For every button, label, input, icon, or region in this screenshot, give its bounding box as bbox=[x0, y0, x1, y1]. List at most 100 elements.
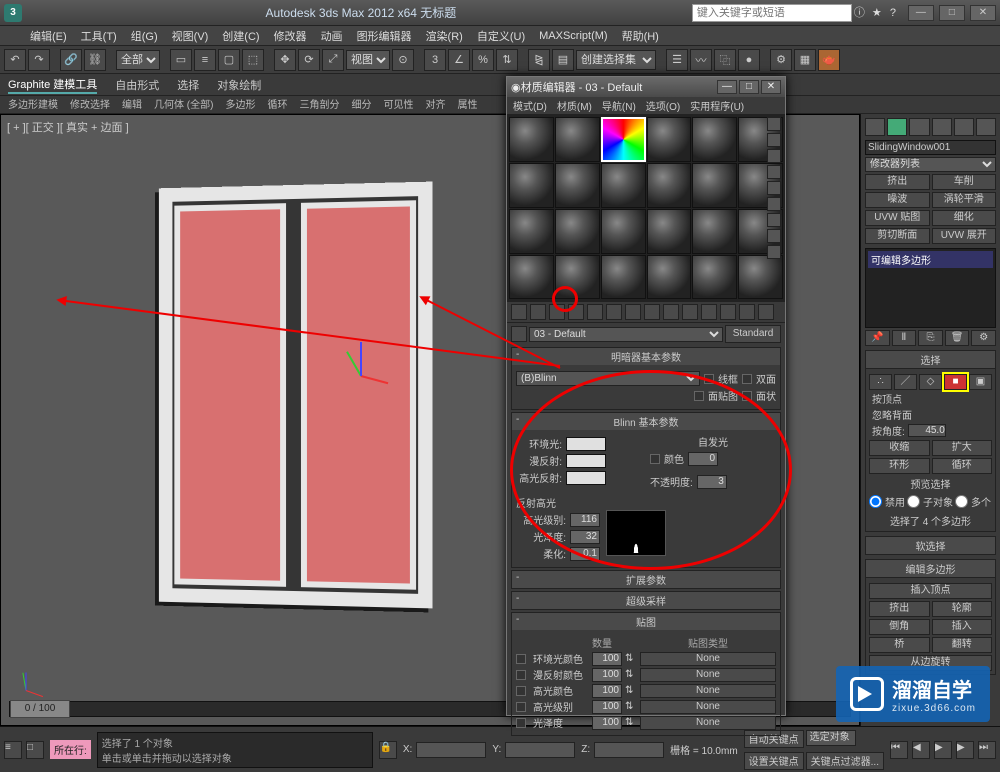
curve-editor-button[interactable]: 〰 bbox=[690, 49, 712, 71]
bridge-btn[interactable]: 桥 bbox=[869, 637, 930, 653]
transform-gizmo[interactable] bbox=[341, 355, 381, 395]
modifier-stack[interactable]: 可编辑多边形 bbox=[865, 248, 996, 328]
wire-check[interactable] bbox=[704, 374, 714, 384]
mat-side-btn[interactable] bbox=[767, 133, 781, 147]
material-slot[interactable] bbox=[692, 255, 737, 300]
stack-item-epoly[interactable]: 可编辑多边形 bbox=[868, 251, 993, 268]
motion-tab[interactable] bbox=[932, 118, 952, 136]
material-slot[interactable] bbox=[647, 255, 692, 300]
map-slot-btn[interactable]: None bbox=[640, 700, 776, 714]
ss-rollout-hdr[interactable]: 超级采样 bbox=[512, 592, 780, 609]
material-slot[interactable] bbox=[601, 163, 646, 208]
show-end[interactable]: Ⅱ bbox=[892, 330, 917, 346]
redo-button[interactable]: ↷ bbox=[28, 49, 50, 71]
display-tab[interactable] bbox=[954, 118, 974, 136]
y-coord[interactable] bbox=[505, 742, 575, 758]
so-element[interactable]: ▣ bbox=[969, 374, 992, 390]
btn-uvwmap[interactable]: UVW 贴图 bbox=[865, 210, 930, 226]
menu-item[interactable]: 动画 bbox=[321, 28, 343, 44]
setkey-btn[interactable]: 设置关键点 bbox=[744, 752, 804, 770]
subbar-item[interactable]: 对齐 bbox=[425, 96, 445, 113]
utilities-tab[interactable] bbox=[976, 118, 996, 136]
menu-item[interactable]: 工具(T) bbox=[81, 28, 117, 44]
material-slot[interactable] bbox=[601, 255, 646, 300]
map-slot-btn[interactable]: None bbox=[640, 668, 776, 682]
select-name-button[interactable]: ≡ bbox=[194, 49, 216, 71]
loop-btn[interactable]: 循环 bbox=[932, 458, 993, 474]
insert-vertex-btn[interactable]: 插入顶点 bbox=[869, 583, 992, 599]
mat-tool-btn[interactable] bbox=[701, 304, 717, 320]
opacity-spinner[interactable]: 3 bbox=[697, 475, 727, 489]
selfillum-check[interactable] bbox=[650, 454, 660, 464]
shrink-btn[interactable]: 收缩 bbox=[869, 440, 930, 456]
mat-tool-btn[interactable] bbox=[530, 304, 546, 320]
ribbon-tab[interactable]: 选择 bbox=[177, 77, 199, 93]
material-slot[interactable] bbox=[647, 209, 692, 254]
select-region-button[interactable]: ▢ bbox=[218, 49, 240, 71]
unlink-button[interactable]: ⛓ bbox=[84, 49, 106, 71]
selkey-drop[interactable]: 选定对象 bbox=[806, 730, 856, 746]
mat-close[interactable]: ✕ bbox=[761, 80, 781, 94]
minimize-button[interactable]: — bbox=[908, 5, 934, 21]
subbar-item[interactable]: 修改选择 bbox=[70, 96, 110, 113]
mat-menu-item[interactable]: 材质(M) bbox=[557, 98, 592, 113]
spinner-snap-button[interactable]: ⇅ bbox=[496, 49, 518, 71]
play-next-btn[interactable]: ▶ bbox=[956, 741, 974, 759]
mat-side-btn[interactable] bbox=[767, 165, 781, 179]
menu-item[interactable]: 渲染(R) bbox=[426, 28, 463, 44]
create-tab[interactable] bbox=[865, 118, 885, 136]
lock-sel-btn[interactable]: 🔒 bbox=[379, 741, 397, 759]
ambient-swatch[interactable] bbox=[566, 437, 606, 451]
material-slot[interactable] bbox=[647, 117, 692, 162]
material-type-button[interactable]: Standard bbox=[725, 325, 781, 343]
subbar-item[interactable]: 多边形建模 bbox=[8, 96, 58, 113]
selfillum-spinner[interactable]: 0 bbox=[688, 452, 718, 466]
mat-tool-btn[interactable] bbox=[549, 304, 565, 320]
map-amount[interactable]: 100 bbox=[592, 700, 622, 714]
time-knob[interactable]: 0 / 100 bbox=[10, 700, 70, 718]
editpoly-rollout-hdr[interactable]: 编辑多边形 bbox=[865, 559, 996, 578]
extrude-btn[interactable]: 挤出 bbox=[869, 601, 930, 617]
render-button[interactable]: 🫖 bbox=[818, 49, 840, 71]
soften-spinner[interactable]: 0.1 bbox=[570, 547, 600, 561]
rotate-button[interactable]: ⟳ bbox=[298, 49, 320, 71]
menu-item[interactable]: 组(G) bbox=[131, 28, 158, 44]
mat-tool-btn[interactable] bbox=[606, 304, 622, 320]
mat-min[interactable]: — bbox=[717, 80, 737, 94]
map-amount[interactable]: 100 bbox=[592, 684, 622, 698]
layers-button[interactable]: ☰ bbox=[666, 49, 688, 71]
listener-btn[interactable]: □ bbox=[26, 741, 44, 759]
mat-tool-btn[interactable] bbox=[625, 304, 641, 320]
x-coord[interactable] bbox=[416, 742, 486, 758]
render-setup-button[interactable]: ⚙ bbox=[770, 49, 792, 71]
mat-side-btn[interactable] bbox=[767, 117, 781, 131]
mat-tool-btn[interactable] bbox=[682, 304, 698, 320]
ribbon-tab[interactable]: 自由形式 bbox=[115, 77, 159, 93]
map-amount[interactable]: 100 bbox=[592, 716, 622, 730]
percent-snap-button[interactable]: % bbox=[472, 49, 494, 71]
map-amount[interactable]: 100 bbox=[592, 668, 622, 682]
pick-mat-icon[interactable] bbox=[511, 326, 527, 342]
mat-side-btn[interactable] bbox=[767, 213, 781, 227]
menu-item[interactable]: 编辑(E) bbox=[30, 28, 67, 44]
select-button[interactable]: ▭ bbox=[170, 49, 192, 71]
modifier-list[interactable]: 修改器列表 bbox=[865, 157, 996, 172]
pivot-button[interactable]: ⊙ bbox=[392, 49, 414, 71]
menu-item[interactable]: 创建(C) bbox=[222, 28, 259, 44]
configure[interactable]: ⚙ bbox=[971, 330, 996, 346]
align-button[interactable]: ▤ bbox=[552, 49, 574, 71]
viewport-label[interactable]: [ + ][ 正交 ][ 真实 + 边面 ] bbox=[7, 119, 129, 135]
material-slot[interactable] bbox=[692, 117, 737, 162]
mat-side-btn[interactable] bbox=[767, 197, 781, 211]
make-unique[interactable]: ⎘ bbox=[918, 330, 943, 346]
mat-tool-btn[interactable] bbox=[720, 304, 736, 320]
object-name-input[interactable] bbox=[865, 140, 996, 155]
speclevel-spinner[interactable]: 116 bbox=[570, 513, 600, 527]
inset-btn[interactable]: 插入 bbox=[932, 619, 993, 635]
diffuse-swatch[interactable] bbox=[566, 454, 606, 468]
play-btn[interactable]: ▶ bbox=[934, 741, 952, 759]
close-button[interactable]: ✕ bbox=[970, 5, 996, 21]
map-slot-btn[interactable]: None bbox=[640, 716, 776, 730]
subbar-item[interactable]: 多边形 bbox=[225, 96, 255, 113]
mat-side-btn[interactable] bbox=[767, 229, 781, 243]
